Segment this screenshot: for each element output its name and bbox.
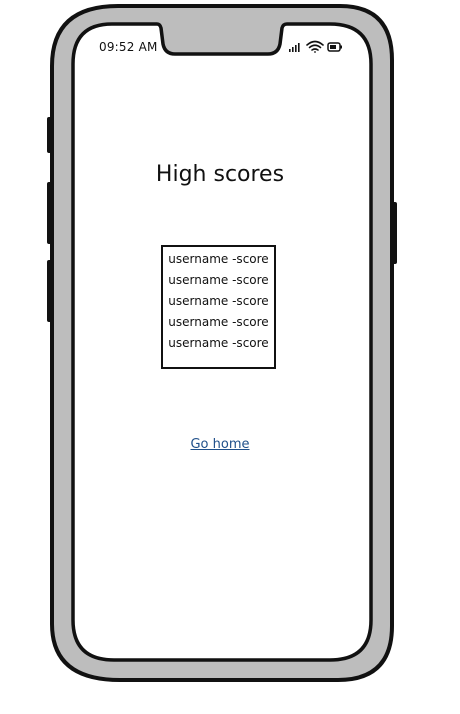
go-home-link[interactable]: Go home	[170, 437, 270, 452]
signal-icon	[289, 43, 300, 52]
score-item: username -score	[168, 315, 269, 329]
status-icons	[289, 40, 342, 53]
wifi-icon	[306, 40, 324, 53]
score-item: username -score	[168, 252, 269, 266]
score-item: username -score	[168, 336, 269, 350]
page-title: High scores	[155, 162, 285, 187]
score-item: username -score	[168, 294, 269, 308]
status-time: 09:52 AM	[99, 40, 158, 54]
score-item: username -score	[168, 273, 269, 287]
scores-list: username -score username -score username…	[161, 249, 276, 354]
battery-icon	[327, 42, 342, 52]
scores-list-box: username -score username -score username…	[161, 245, 276, 369]
